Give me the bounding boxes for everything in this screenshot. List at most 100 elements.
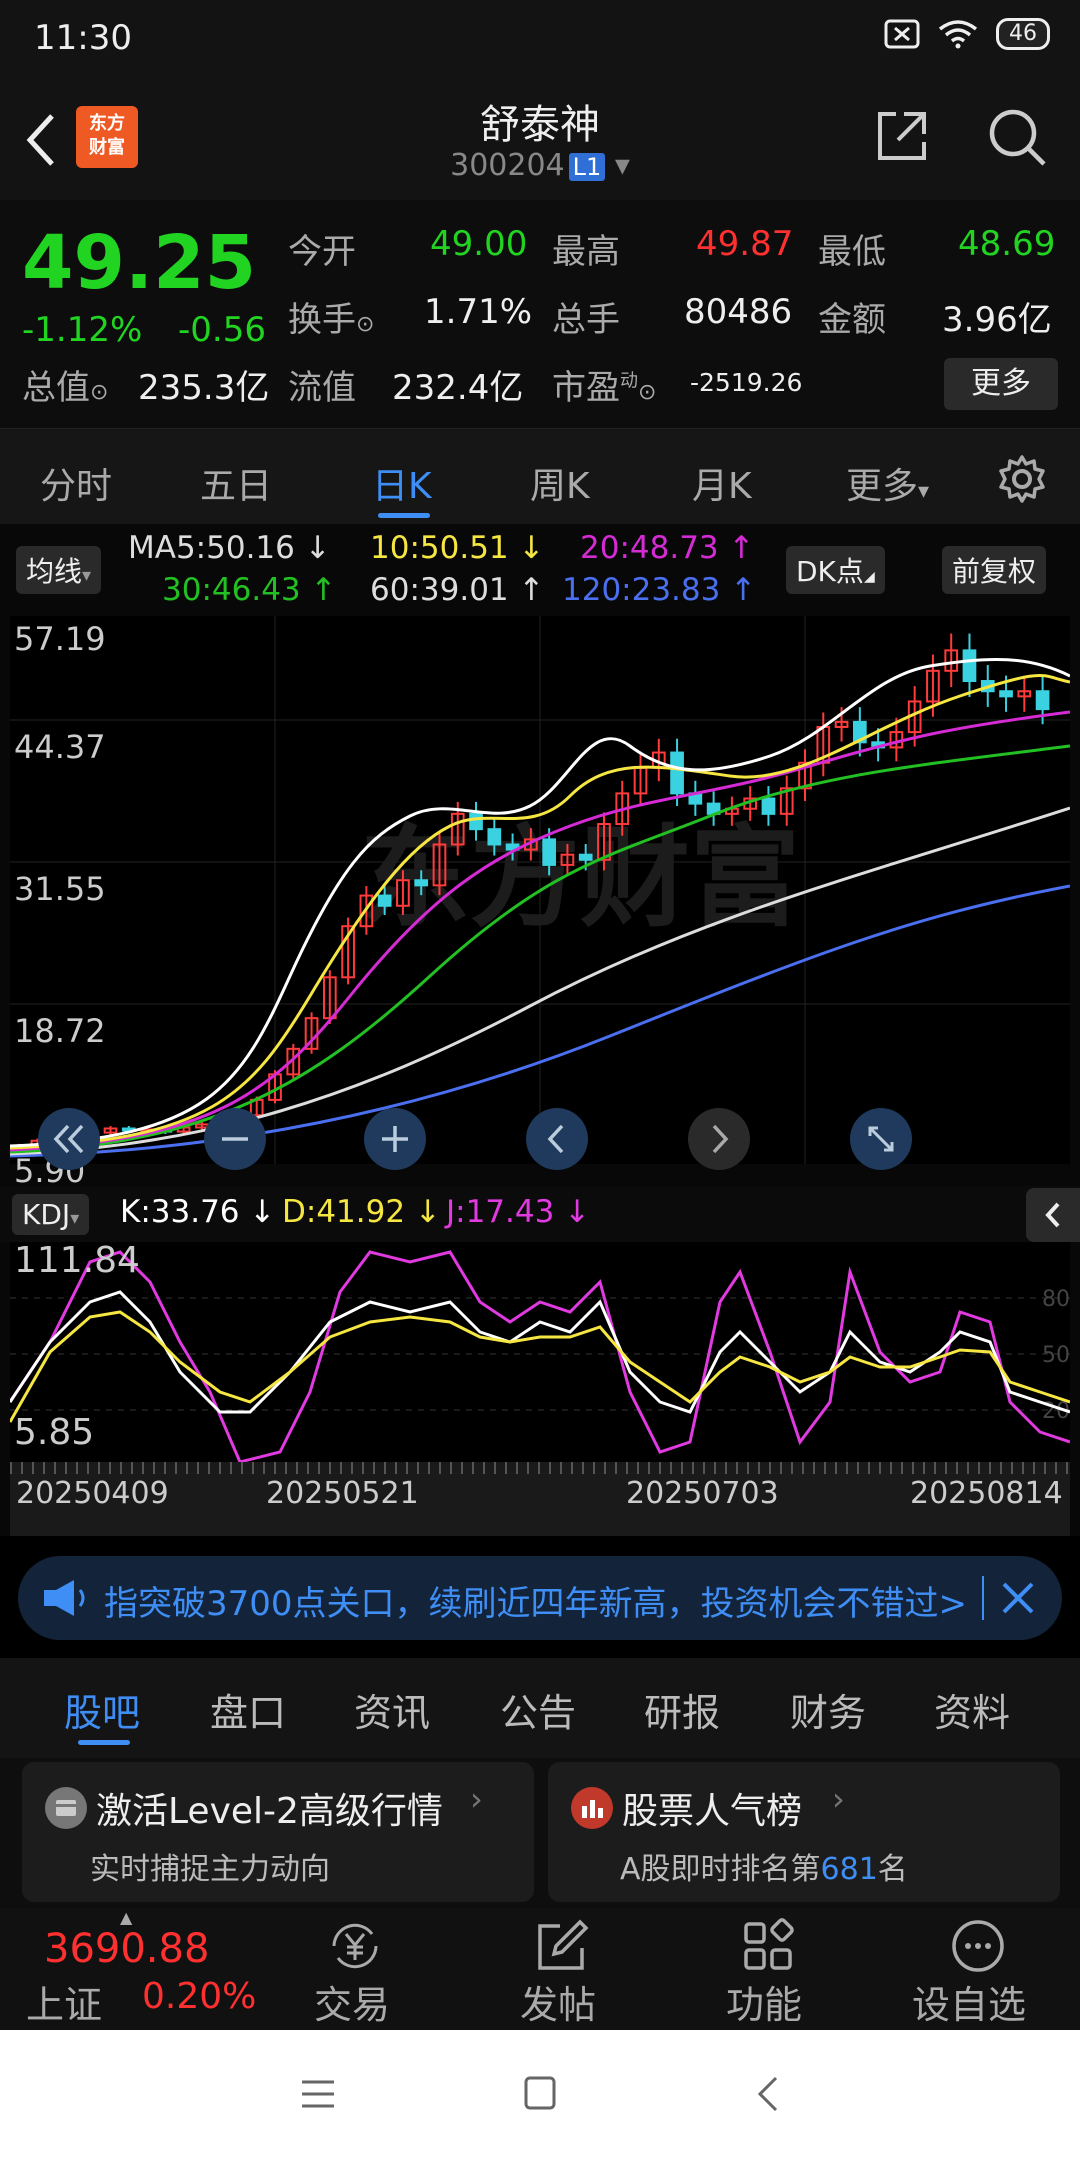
tab-weekly-k[interactable]: 周K bbox=[530, 457, 590, 509]
more-button[interactable]: 更多 bbox=[944, 358, 1058, 410]
volume-value: 80486 bbox=[684, 292, 793, 332]
high-label: 最高 bbox=[552, 232, 620, 272]
tab-monthly-k[interactable]: 月K bbox=[692, 457, 752, 509]
date-label-3: 20250703 bbox=[626, 1476, 779, 1511]
system-nav-bar bbox=[0, 2030, 1080, 2160]
tab-daily-k[interactable]: 日K bbox=[372, 457, 432, 509]
open-value: 49.00 bbox=[430, 224, 528, 264]
tab-intraday[interactable]: 分时 bbox=[40, 457, 112, 509]
ma60-legend: 60:39.01 ↑ bbox=[370, 572, 545, 608]
yen-exchange-icon bbox=[332, 1923, 378, 1969]
ma10-legend: 10:50.51 ↓ bbox=[370, 530, 545, 566]
level2-card[interactable]: 激活Level-2高级行情 › 实时捕捉主力动向 bbox=[22, 1762, 534, 1902]
add-watchlist-label: 设自选 bbox=[912, 1983, 1027, 2027]
battery-indicator: 46 bbox=[996, 18, 1050, 50]
tab-announcements[interactable]: 公告 bbox=[500, 1682, 576, 1737]
level2-title: 激活Level-2高级行情 bbox=[96, 1791, 443, 1832]
content-tab-indicator bbox=[78, 1740, 130, 1745]
chevron-left-icon bbox=[1045, 1202, 1060, 1228]
tab-financials[interactable]: 财务 bbox=[790, 1682, 866, 1737]
float-cap-label: 流值 bbox=[288, 368, 356, 408]
tab-forum[interactable]: 股吧 bbox=[64, 1682, 140, 1737]
menu-icon[interactable] bbox=[298, 2076, 338, 2112]
index-value: 3690.88 bbox=[44, 1926, 210, 1972]
double-left-button[interactable] bbox=[38, 1108, 100, 1170]
zoom-out-button[interactable] bbox=[204, 1108, 266, 1170]
popularity-card[interactable]: 股票人气榜 › A股即时排名第681名 bbox=[548, 1762, 1060, 1902]
candle-body bbox=[761, 797, 776, 815]
ma-selector[interactable]: 均线▾ bbox=[16, 546, 102, 594]
tab-more[interactable]: 更多▾ bbox=[846, 457, 929, 509]
quote-panel: 49.25 -1.12% -0.56 今开 49.00 最高 49.87 最低 … bbox=[0, 200, 1080, 428]
change-percent: -1.12% bbox=[22, 310, 143, 350]
kdj-y-min: 5.85 bbox=[14, 1412, 95, 1453]
double-left-icon bbox=[53, 1124, 84, 1154]
ma5-legend: MA5:50.16 ↓ bbox=[128, 530, 331, 566]
tab-research[interactable]: 研报 bbox=[644, 1682, 720, 1737]
index-name: 上证 bbox=[26, 1983, 103, 2027]
megaphone-icon bbox=[44, 1580, 85, 1616]
level2-subtitle: 实时捕捉主力动向 bbox=[90, 1852, 330, 1887]
fullscreen-button[interactable] bbox=[850, 1108, 912, 1170]
date-label-2: 20250521 bbox=[266, 1476, 419, 1511]
notice-banner[interactable]: 指突破3700点关口，续刷近四年新高，投资机会不错过> bbox=[18, 1556, 1062, 1640]
prev-button[interactable] bbox=[526, 1108, 588, 1170]
features-button[interactable]: 功能 bbox=[702, 1908, 832, 2030]
change-amount: -0.56 bbox=[178, 310, 266, 350]
turnover-label-text: 换手 bbox=[288, 300, 356, 340]
triangle-down-icon: ▾ bbox=[82, 565, 92, 586]
dk-point-button[interactable]: DK点◢ bbox=[786, 546, 885, 594]
rank-prefix: A股即时排名第 bbox=[620, 1852, 821, 1887]
trade-button[interactable]: 交易 bbox=[290, 1908, 420, 2030]
zoom-in-button[interactable] bbox=[364, 1108, 426, 1170]
add-watchlist-button[interactable]: 设自选 bbox=[900, 1908, 1060, 2030]
candle-body bbox=[542, 838, 556, 866]
tab-five-day[interactable]: 五日 bbox=[200, 457, 272, 509]
ma20-legend: 20:48.73 ↑ bbox=[580, 530, 755, 566]
tab-more-label: 更多 bbox=[846, 466, 919, 507]
pe-value: -2519.26 bbox=[690, 368, 803, 397]
ma30-legend: 30:46.43 ↑ bbox=[162, 572, 337, 608]
more-dots-icon: ⊙ bbox=[638, 380, 657, 405]
y-tick-max: 57.19 bbox=[14, 620, 106, 658]
candle-body bbox=[377, 894, 392, 907]
tab-orderbook[interactable]: 盘口 bbox=[210, 1682, 286, 1737]
date-label-1: 20250409 bbox=[16, 1476, 169, 1511]
indicator-selector-label: KDJ bbox=[22, 1198, 71, 1231]
search-icon[interactable] bbox=[986, 106, 1048, 168]
settings-gear-icon[interactable] bbox=[996, 453, 1048, 505]
status-icons: 46 bbox=[884, 18, 1050, 50]
ma120-legend: 120:23.83 ↑ bbox=[562, 572, 757, 608]
ref-80: 80 bbox=[1042, 1287, 1070, 1312]
indicator-selector[interactable]: KDJ▾ bbox=[12, 1194, 90, 1235]
tab-news[interactable]: 资讯 bbox=[354, 1682, 430, 1737]
collapse-button[interactable] bbox=[1026, 1188, 1080, 1242]
corner-triangle-icon: ◢ bbox=[863, 569, 875, 585]
low-label: 最低 bbox=[818, 232, 886, 272]
index-ticker[interactable]: ▲ 3690.88 上证 0.20% bbox=[0, 1908, 260, 2030]
adjust-button[interactable]: 前复权 bbox=[942, 546, 1047, 594]
chevron-down-icon: ▾ bbox=[614, 148, 630, 183]
status-time: 11:30 bbox=[34, 18, 132, 58]
home-icon[interactable] bbox=[522, 2074, 558, 2112]
triangle-down-icon: ▾ bbox=[918, 479, 930, 504]
kdj-chart[interactable]: 80 50 20 bbox=[10, 1242, 1070, 1462]
back-nav-icon[interactable] bbox=[752, 2074, 782, 2114]
close-icon[interactable] bbox=[998, 1578, 1038, 1618]
tab-profile[interactable]: 资料 bbox=[934, 1682, 1010, 1737]
turnover-value: 1.71% bbox=[424, 292, 533, 332]
popularity-subtitle: A股即时排名第681名 bbox=[620, 1844, 908, 1888]
next-button[interactable] bbox=[688, 1108, 750, 1170]
low-value: 48.69 bbox=[958, 224, 1056, 264]
more-circle-icon bbox=[952, 1920, 1004, 1972]
k-legend: K:33.76 ↓ bbox=[120, 1194, 276, 1230]
post-button[interactable]: 发帖 bbox=[496, 1908, 626, 2030]
share-icon[interactable] bbox=[874, 108, 930, 164]
candlestick-chart[interactable]: 东方财富 bbox=[10, 616, 1070, 1164]
wifi-icon bbox=[938, 20, 978, 49]
post-label: 发帖 bbox=[520, 1983, 597, 2027]
pe-superscript: 动 bbox=[620, 370, 638, 392]
trade-label: 交易 bbox=[314, 1983, 391, 2027]
triangle-down-icon: ▾ bbox=[70, 1208, 80, 1229]
ranking-icon bbox=[571, 1787, 613, 1829]
